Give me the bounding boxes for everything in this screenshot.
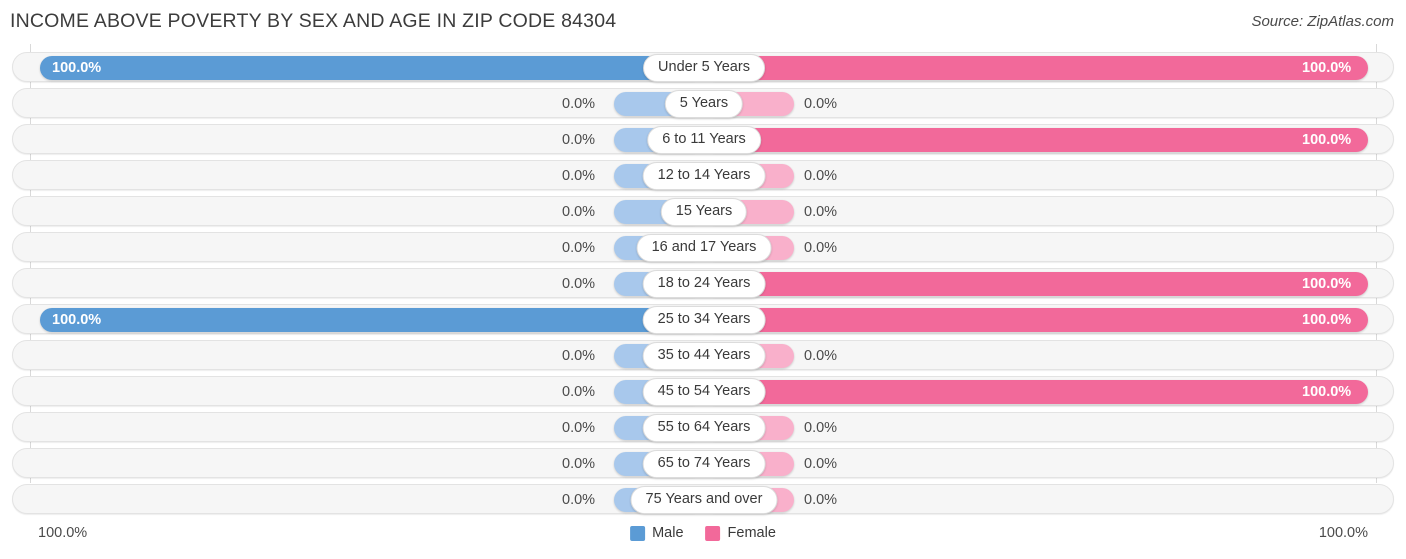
bar-female[interactable] xyxy=(704,308,1368,332)
category-label: 5 Years xyxy=(664,90,744,118)
bar-value-male: 0.0% xyxy=(562,96,596,112)
category-label: 65 to 74 Years xyxy=(642,450,766,478)
category-label: 15 Years xyxy=(660,198,748,226)
bar-value-male: 0.0% xyxy=(562,276,596,292)
bar-pair: 0.0% 100.0% 18 to 24 Years xyxy=(13,269,1395,299)
bar-value-female: 100.0% xyxy=(1302,60,1352,76)
bar-pair: 0.0% 100.0% 45 to 54 Years xyxy=(13,377,1395,407)
bar-pair: 100.0% 100.0% Under 5 Years xyxy=(13,53,1395,83)
axis-label-left: 100.0% xyxy=(38,525,88,541)
bar-pair: 0.0% 0.0% 75 Years and over xyxy=(13,485,1395,515)
table-row[interactable]: 0.0% 0.0% 65 to 74 Years xyxy=(12,448,1394,478)
legend-swatch-icon xyxy=(705,525,721,541)
category-label: 75 Years and over xyxy=(630,486,778,514)
bar-value-female: 100.0% xyxy=(1302,132,1352,148)
bar-female[interactable] xyxy=(704,128,1368,152)
bar-value-male: 0.0% xyxy=(562,240,596,256)
bar-value-female: 0.0% xyxy=(804,240,838,256)
bar-value-male: 0.0% xyxy=(562,420,596,436)
bar-pair: 0.0% 0.0% 35 to 44 Years xyxy=(13,341,1395,371)
legend-swatch-icon xyxy=(630,525,646,541)
bar-value-male: 0.0% xyxy=(562,384,596,400)
category-label: 35 to 44 Years xyxy=(642,342,766,370)
bar-pair: 0.0% 0.0% 65 to 74 Years xyxy=(13,449,1395,479)
bar-value-female: 100.0% xyxy=(1302,276,1352,292)
category-label: 6 to 11 Years xyxy=(647,126,761,154)
category-label: Under 5 Years xyxy=(643,54,765,82)
bar-value-female: 0.0% xyxy=(804,420,838,436)
bar-male[interactable] xyxy=(40,56,704,80)
bar-pair: 100.0% 100.0% 25 to 34 Years xyxy=(13,305,1395,335)
chart-legend: Male Female xyxy=(630,525,776,541)
bar-male[interactable] xyxy=(40,308,704,332)
bar-value-male: 100.0% xyxy=(52,60,102,76)
legend-item-female[interactable]: Female xyxy=(705,525,776,541)
table-row[interactable]: 0.0% 100.0% 6 to 11 Years xyxy=(12,124,1394,154)
bar-female[interactable] xyxy=(704,380,1368,404)
table-row[interactable]: 0.0% 0.0% 5 Years xyxy=(12,88,1394,118)
legend-item-male[interactable]: Male xyxy=(630,525,684,541)
table-row[interactable]: 0.0% 0.0% 16 and 17 Years xyxy=(12,232,1394,262)
bar-pair: 0.0% 0.0% 55 to 64 Years xyxy=(13,413,1395,443)
bar-pair: 0.0% 0.0% 16 and 17 Years xyxy=(13,233,1395,263)
table-row[interactable]: 100.0% 100.0% 25 to 34 Years xyxy=(12,304,1394,334)
bar-value-female: 0.0% xyxy=(804,168,838,184)
bar-value-male: 0.0% xyxy=(562,348,596,364)
bar-value-female: 0.0% xyxy=(804,348,838,364)
bar-value-female: 0.0% xyxy=(804,96,838,112)
table-row[interactable]: 0.0% 100.0% 18 to 24 Years xyxy=(12,268,1394,298)
bar-value-male: 0.0% xyxy=(562,204,596,220)
table-row[interactable]: 0.0% 0.0% 35 to 44 Years xyxy=(12,340,1394,370)
bar-value-male: 0.0% xyxy=(562,492,596,508)
bar-value-male: 0.0% xyxy=(562,168,596,184)
category-label: 16 and 17 Years xyxy=(636,234,772,262)
category-label: 25 to 34 Years xyxy=(642,306,766,334)
chart-plot-area: 100.0% 100.0% Under 5 Years 0.0% 0.0% 5 Years… xyxy=(0,44,1406,519)
bar-value-male: 0.0% xyxy=(562,456,596,472)
bar-female[interactable] xyxy=(704,56,1368,80)
bar-pair: 0.0% 0.0% 12 to 14 Years xyxy=(13,161,1395,191)
category-label: 18 to 24 Years xyxy=(642,270,766,298)
page-title: INCOME ABOVE POVERTY BY SEX AND AGE IN Z… xyxy=(10,10,617,32)
bar-value-female: 100.0% xyxy=(1302,384,1352,400)
chart-footer: 100.0% Male Female 100.0% xyxy=(0,519,1406,559)
bar-value-female: 0.0% xyxy=(804,492,838,508)
chart-header: INCOME ABOVE POVERTY BY SEX AND AGE IN Z… xyxy=(0,0,1406,44)
source-attribution: Source: ZipAtlas.com xyxy=(1251,13,1394,30)
table-row[interactable]: 0.0% 0.0% 12 to 14 Years xyxy=(12,160,1394,190)
legend-label: Female xyxy=(727,525,776,541)
bar-value-male: 0.0% xyxy=(562,132,596,148)
bar-value-female: 0.0% xyxy=(804,204,838,220)
bar-pair: 0.0% 0.0% 5 Years xyxy=(13,89,1395,119)
table-row[interactable]: 0.0% 0.0% 15 Years xyxy=(12,196,1394,226)
bar-value-male: 100.0% xyxy=(52,312,102,328)
category-label: 12 to 14 Years xyxy=(642,162,766,190)
table-row[interactable]: 0.0% 0.0% 55 to 64 Years xyxy=(12,412,1394,442)
bar-value-female: 0.0% xyxy=(804,456,838,472)
bar-pair: 0.0% 0.0% 15 Years xyxy=(13,197,1395,227)
bar-value-female: 100.0% xyxy=(1302,312,1352,328)
bar-female[interactable] xyxy=(704,272,1368,296)
legend-label: Male xyxy=(652,525,684,541)
table-row[interactable]: 0.0% 100.0% 45 to 54 Years xyxy=(12,376,1394,406)
category-label: 55 to 64 Years xyxy=(642,414,766,442)
category-label: 45 to 54 Years xyxy=(642,378,766,406)
bar-pair: 0.0% 100.0% 6 to 11 Years xyxy=(13,125,1395,155)
axis-label-right: 100.0% xyxy=(1318,525,1368,541)
table-row[interactable]: 0.0% 0.0% 75 Years and over xyxy=(12,484,1394,514)
table-row[interactable]: 100.0% 100.0% Under 5 Years xyxy=(12,52,1394,82)
